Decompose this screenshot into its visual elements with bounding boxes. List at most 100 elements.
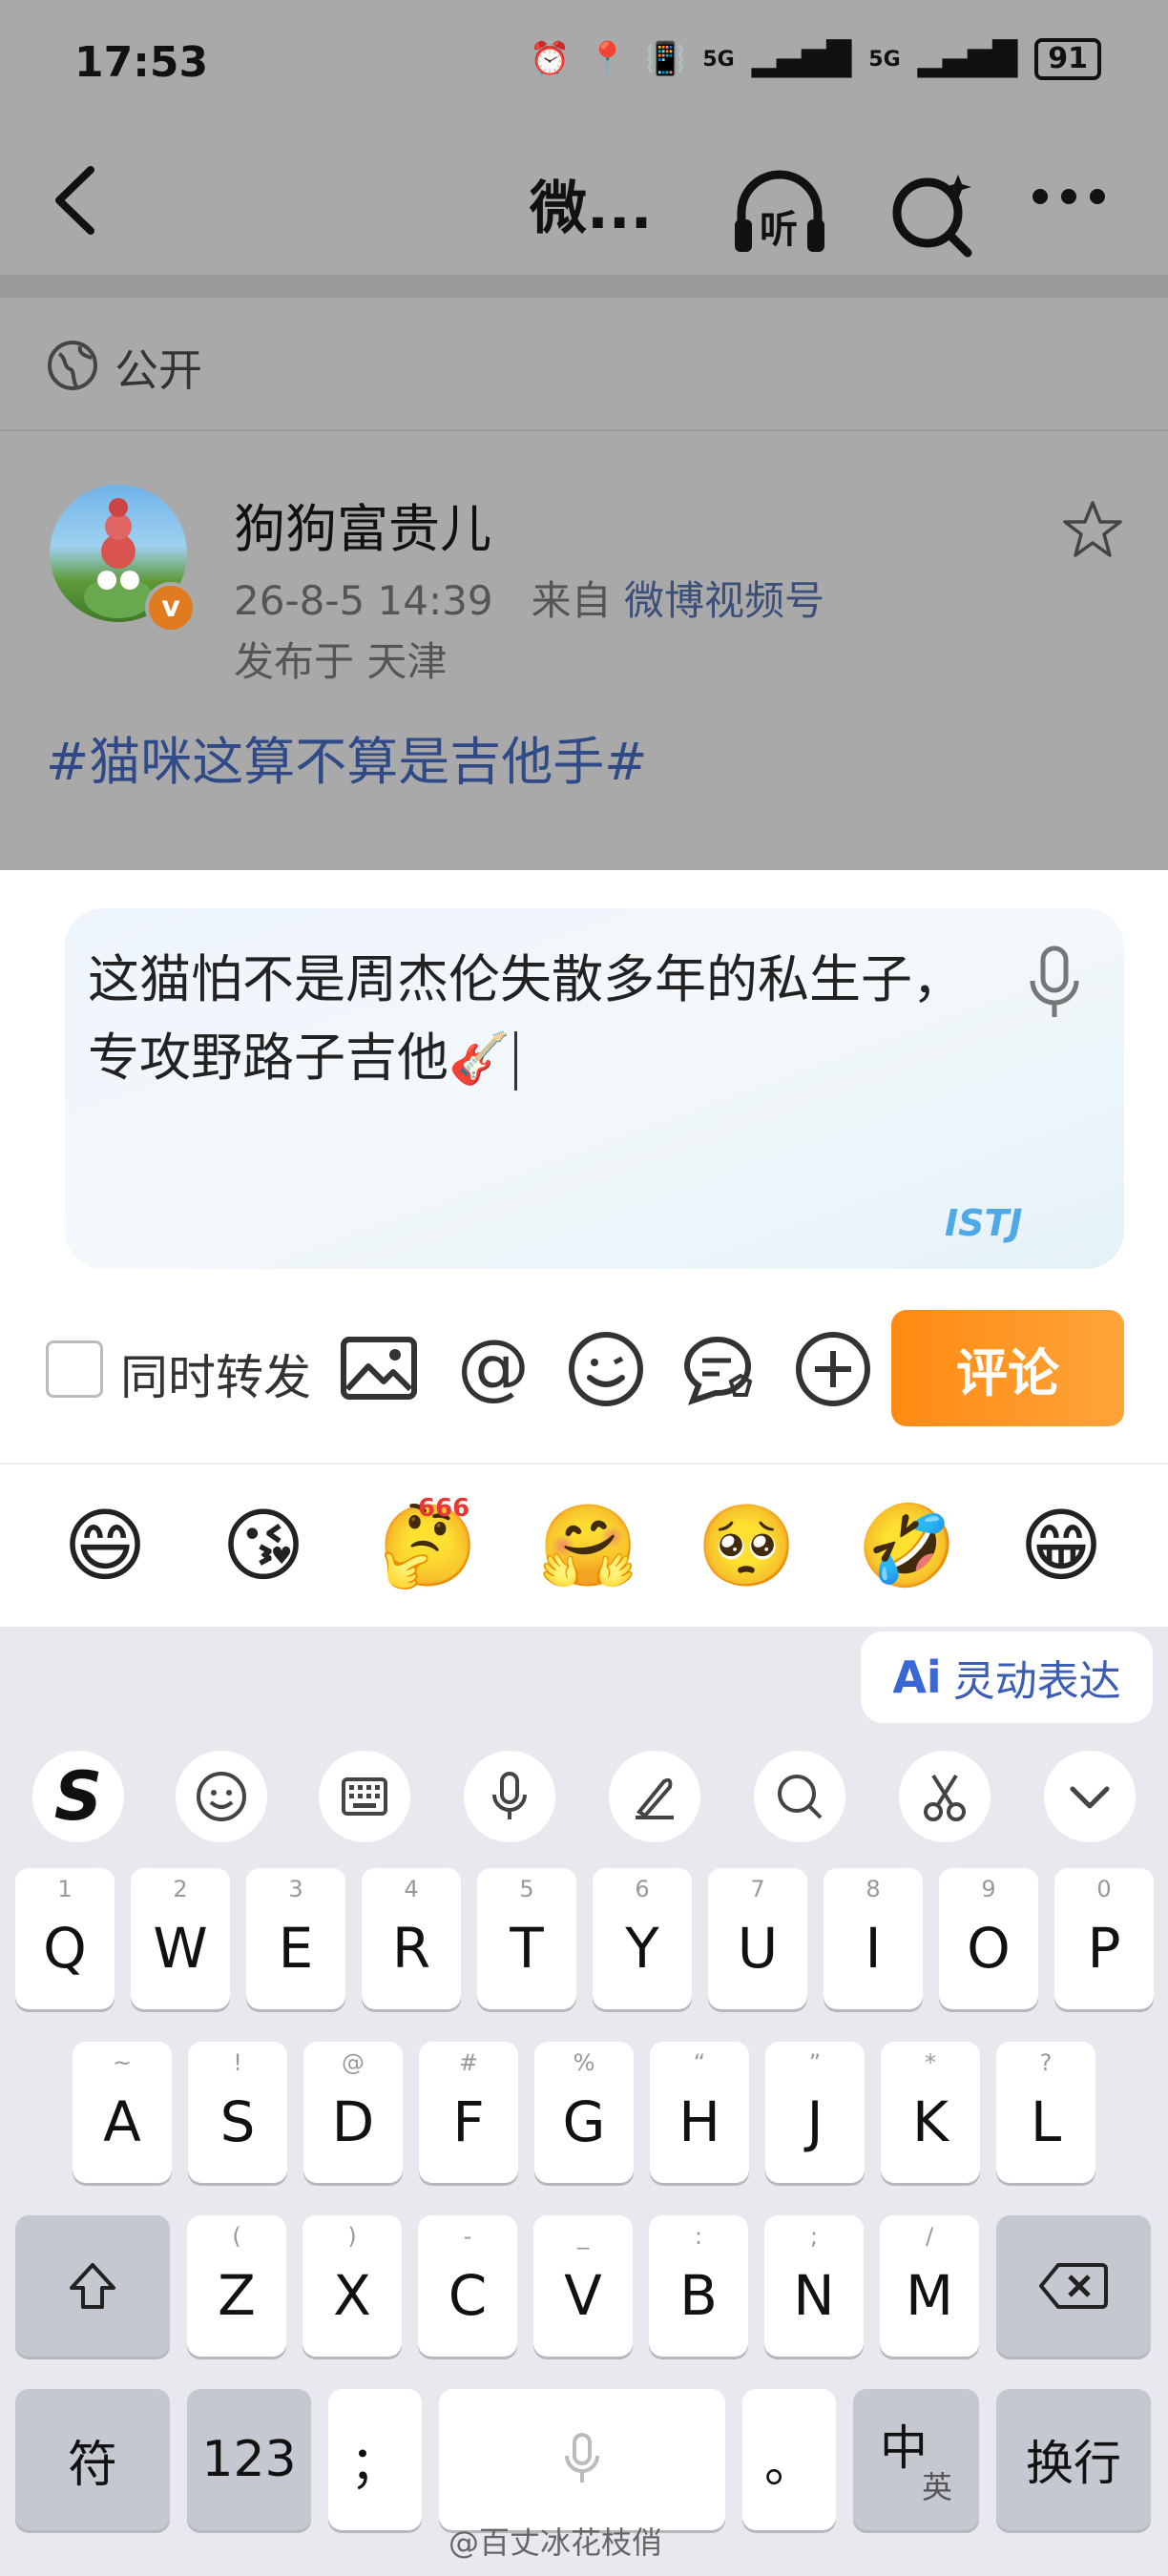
repost-checkbox[interactable] <box>46 1340 103 1398</box>
key-w[interactable]: 2W <box>131 1868 230 2009</box>
key-n[interactable]: ; N <box>764 2215 864 2357</box>
add-icon[interactable] <box>792 1328 874 1410</box>
key-a[interactable]: ~ A <box>73 2042 172 2183</box>
language-switch-key[interactable]: 中 英 <box>853 2389 979 2530</box>
key-u[interactable]: 7U <box>708 1868 807 2009</box>
key-label: L <box>1030 2089 1062 2154</box>
post-source-link[interactable]: 微博视频号 <box>624 577 824 624</box>
numbers-key[interactable]: 123 <box>187 2389 311 2530</box>
favorite-star-icon[interactable] <box>1061 498 1124 561</box>
key-b[interactable]: :B <box>649 2215 748 2357</box>
status-icons: ⏰ 📍 📳 5G ▂▄▆█ 5G ▂▄▆█ 91 <box>530 38 1101 80</box>
shift-key[interactable] <box>15 2215 170 2357</box>
comment-input-text[interactable]: 这猫怕不是周杰伦失散多年的私生子，专攻野路子吉他🎸 <box>88 941 1004 1098</box>
back-arrow-icon[interactable] <box>48 162 105 239</box>
more-icon[interactable] <box>1021 160 1126 265</box>
key-hint: _ <box>577 2223 589 2250</box>
semicolon-key[interactable]: ； <box>328 2389 422 2530</box>
post-hashtag[interactable]: #猫咪这算不算是吉他手# <box>46 719 648 795</box>
keyboard-search-icon[interactable] <box>754 1751 845 1842</box>
comment-sticker-icon[interactable] <box>678 1328 760 1410</box>
submit-comment-button[interactable]: 评论 <box>891 1310 1124 1426</box>
key-label: U <box>737 1916 779 1981</box>
period-key[interactable]: 。 <box>742 2389 836 2530</box>
key-d[interactable]: @ D <box>303 2042 403 2183</box>
key-r[interactable]: 4R <box>362 1868 461 2009</box>
key-label: E <box>278 1916 314 1981</box>
visibility-label: 公开 <box>115 344 202 396</box>
key-t[interactable]: 5T <box>477 1868 576 2009</box>
emoji-pleading[interactable]: 🥺 <box>697 1500 797 1591</box>
keyboard-layout-icon[interactable] <box>319 1751 410 1842</box>
space-mic-icon <box>565 2433 599 2483</box>
key-l[interactable]: ? L <box>996 2042 1095 2183</box>
key-h[interactable]: “H <box>650 2042 749 2183</box>
key-label: H <box>678 2089 720 2154</box>
key-m[interactable]: / M <box>880 2215 979 2357</box>
key-hint: ? <box>1039 2049 1053 2076</box>
keyboard-emoji-icon[interactable] <box>176 1751 267 1842</box>
key-hint: @ <box>342 2049 365 2076</box>
username[interactable]: 狗狗富贵儿 <box>234 487 491 562</box>
key-hint: ” <box>808 2049 822 2076</box>
emoji-laugh[interactable]: 😄 <box>59 1500 151 1591</box>
key-label: T <box>510 1916 544 1981</box>
key-q[interactable]: 1Q <box>15 1868 115 2009</box>
key-hint: 0 <box>1096 1876 1112 1902</box>
key-i[interactable]: 8I <box>824 1868 923 2009</box>
signal-5g-label: 5G <box>702 47 735 72</box>
emoji-666-badge: 666 <box>418 1494 470 1523</box>
source-prefix: 来自 <box>531 577 612 624</box>
emoji-hug[interactable]: 🤗 <box>538 1500 638 1591</box>
emoji-icon[interactable] <box>565 1328 647 1410</box>
emoji-rofl[interactable]: 🤣 <box>857 1500 957 1591</box>
verified-badge-icon: v <box>145 582 197 634</box>
key-label: Y <box>625 1916 659 1981</box>
key-o[interactable]: 9O <box>939 1868 1038 2009</box>
chevron-down-icon[interactable] <box>1044 1751 1136 1842</box>
symbols-key[interactable]: 符 <box>15 2389 170 2530</box>
repost-label[interactable]: 同时转发 <box>120 1340 311 1408</box>
enter-key[interactable]: 换行 <box>996 2389 1151 2530</box>
key-y[interactable]: 6Y <box>593 1868 692 2009</box>
key-g[interactable]: % G <box>534 2042 634 2183</box>
backspace-key[interactable] <box>996 2215 1151 2357</box>
search-icon[interactable] <box>880 160 985 265</box>
key-hint: # <box>458 2049 479 2076</box>
scissors-icon[interactable] <box>899 1751 991 1842</box>
ai-expression-label: 灵动表达 <box>952 1657 1121 1706</box>
post-meta: 26-8-5 14:39 来自 微博视频号 <box>234 569 824 627</box>
key-p[interactable]: 0P <box>1054 1868 1154 2009</box>
key-e[interactable]: 3E <box>246 1868 345 2009</box>
backspace-icon <box>1039 2263 1108 2309</box>
sogou-logo-icon[interactable]: S <box>32 1751 124 1842</box>
space-key[interactable] <box>439 2389 725 2530</box>
key-k[interactable]: * K <box>881 2042 980 2183</box>
location-icon: 📍 <box>587 40 628 78</box>
key-j[interactable]: ” J <box>765 2042 865 2183</box>
image-icon[interactable] <box>338 1328 420 1410</box>
key-f[interactable]: # F <box>419 2042 518 2183</box>
key-c[interactable]: -C <box>418 2215 517 2357</box>
ai-expression-button[interactable]: Ai 灵动表达 <box>861 1631 1153 1723</box>
shift-arrow-icon <box>70 2263 115 2309</box>
key-hint: - <box>463 2223 472 2250</box>
emoji-kiss[interactable]: 😘 <box>218 1500 309 1591</box>
keyboard-mic-icon[interactable] <box>464 1751 555 1842</box>
key-hint: ; <box>809 2223 819 2250</box>
emoji-grin[interactable]: 😁 <box>1015 1500 1107 1591</box>
handwriting-icon[interactable] <box>609 1751 700 1842</box>
key-v[interactable]: _ V <box>533 2215 633 2357</box>
key-x[interactable]: ) X <box>302 2215 402 2357</box>
key-label: Q <box>43 1916 87 1981</box>
key-s[interactable]: ! S <box>188 2042 287 2183</box>
separator-band <box>0 275 1168 298</box>
key-z[interactable]: (Z <box>187 2215 286 2357</box>
key-hint: 3 <box>288 1876 303 1902</box>
mention-icon[interactable]: @ <box>452 1328 534 1410</box>
key-hint: 4 <box>404 1876 419 1902</box>
comment-text: 这猫怕不是周杰伦失散多年的私生子，专攻野路子吉他 <box>88 949 964 1088</box>
key-hint: % <box>573 2049 595 2076</box>
listen-button[interactable]: 听 <box>727 160 832 265</box>
voice-input-mic-icon[interactable] <box>1021 945 1088 1021</box>
